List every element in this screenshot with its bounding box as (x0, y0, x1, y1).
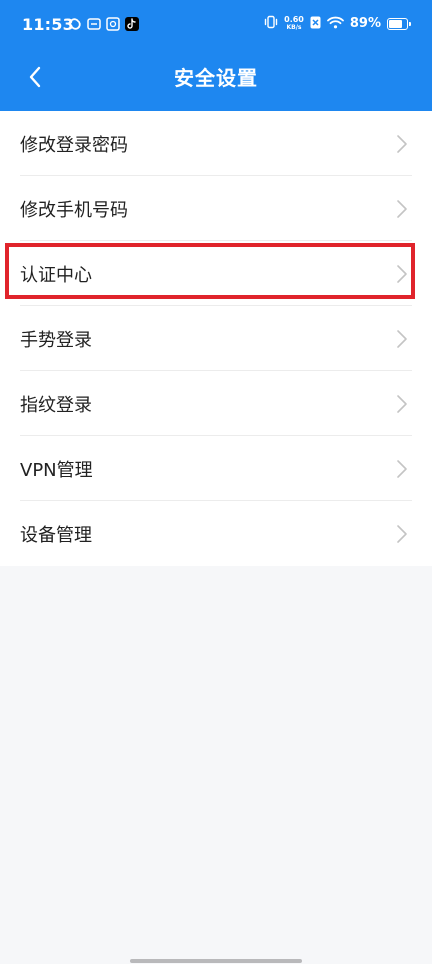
menu-item-label: 修改手机号码 (20, 199, 128, 221)
menu-item-label: 手势登录 (20, 329, 92, 351)
chevron-right-icon (397, 265, 407, 283)
battery-percent: 89% (349, 16, 381, 31)
chevron-right-icon (397, 460, 407, 478)
net-speed: 0.60 KB/s (284, 15, 304, 32)
net-speed-value: 0.60 (284, 15, 304, 24)
home-indicator[interactable] (130, 959, 302, 963)
menu-item-gesture-login[interactable]: 手势登录 (0, 306, 432, 371)
menu-item-device-management[interactable]: 设备管理 (0, 501, 432, 566)
tiktok-icon (125, 17, 139, 31)
menu-item-change-phone-number[interactable]: 修改手机号码 (0, 176, 432, 241)
sync-icon (68, 17, 82, 31)
menu-item-change-login-password[interactable]: 修改登录密码 (0, 111, 432, 176)
app-header: 11:53 0.60 KB/s 89% 安全设置 (0, 0, 432, 111)
menu-item-vpn-management[interactable]: VPN管理 (0, 436, 432, 501)
sim-off-icon (310, 14, 321, 33)
net-speed-unit: KB/s (286, 24, 302, 31)
chevron-right-icon (397, 330, 407, 348)
security-settings-list: 修改登录密码 修改手机号码 认证中心 手势登录 指纹登录 VPN管理 设备管理 (0, 111, 432, 566)
wallet-icon (87, 17, 101, 31)
chevron-right-icon (397, 395, 407, 413)
menu-item-label: 指纹登录 (20, 394, 92, 416)
menu-item-label: 设备管理 (20, 524, 92, 546)
battery-level-fill (389, 19, 403, 28)
wifi-icon (326, 14, 344, 33)
chevron-right-icon (397, 135, 407, 153)
menu-item-auth-center[interactable]: 认证中心 (0, 241, 432, 306)
chevron-right-icon (397, 200, 407, 218)
status-bar: 11:53 0.60 KB/s 89% (0, 0, 432, 50)
battery-icon (387, 17, 411, 30)
album-icon (106, 17, 120, 31)
menu-item-label: VPN管理 (20, 459, 93, 481)
vibrate-icon (264, 14, 278, 33)
menu-item-fingerprint-login[interactable]: 指纹登录 (0, 371, 432, 436)
status-right-group: 0.60 KB/s 89% (264, 14, 411, 33)
notification-icons (68, 17, 139, 31)
chevron-right-icon (397, 525, 407, 543)
menu-item-label: 认证中心 (20, 264, 92, 286)
menu-item-label: 修改登录密码 (20, 134, 128, 156)
page-title: 安全设置 (174, 66, 258, 90)
status-time: 11:53 (22, 15, 74, 34)
